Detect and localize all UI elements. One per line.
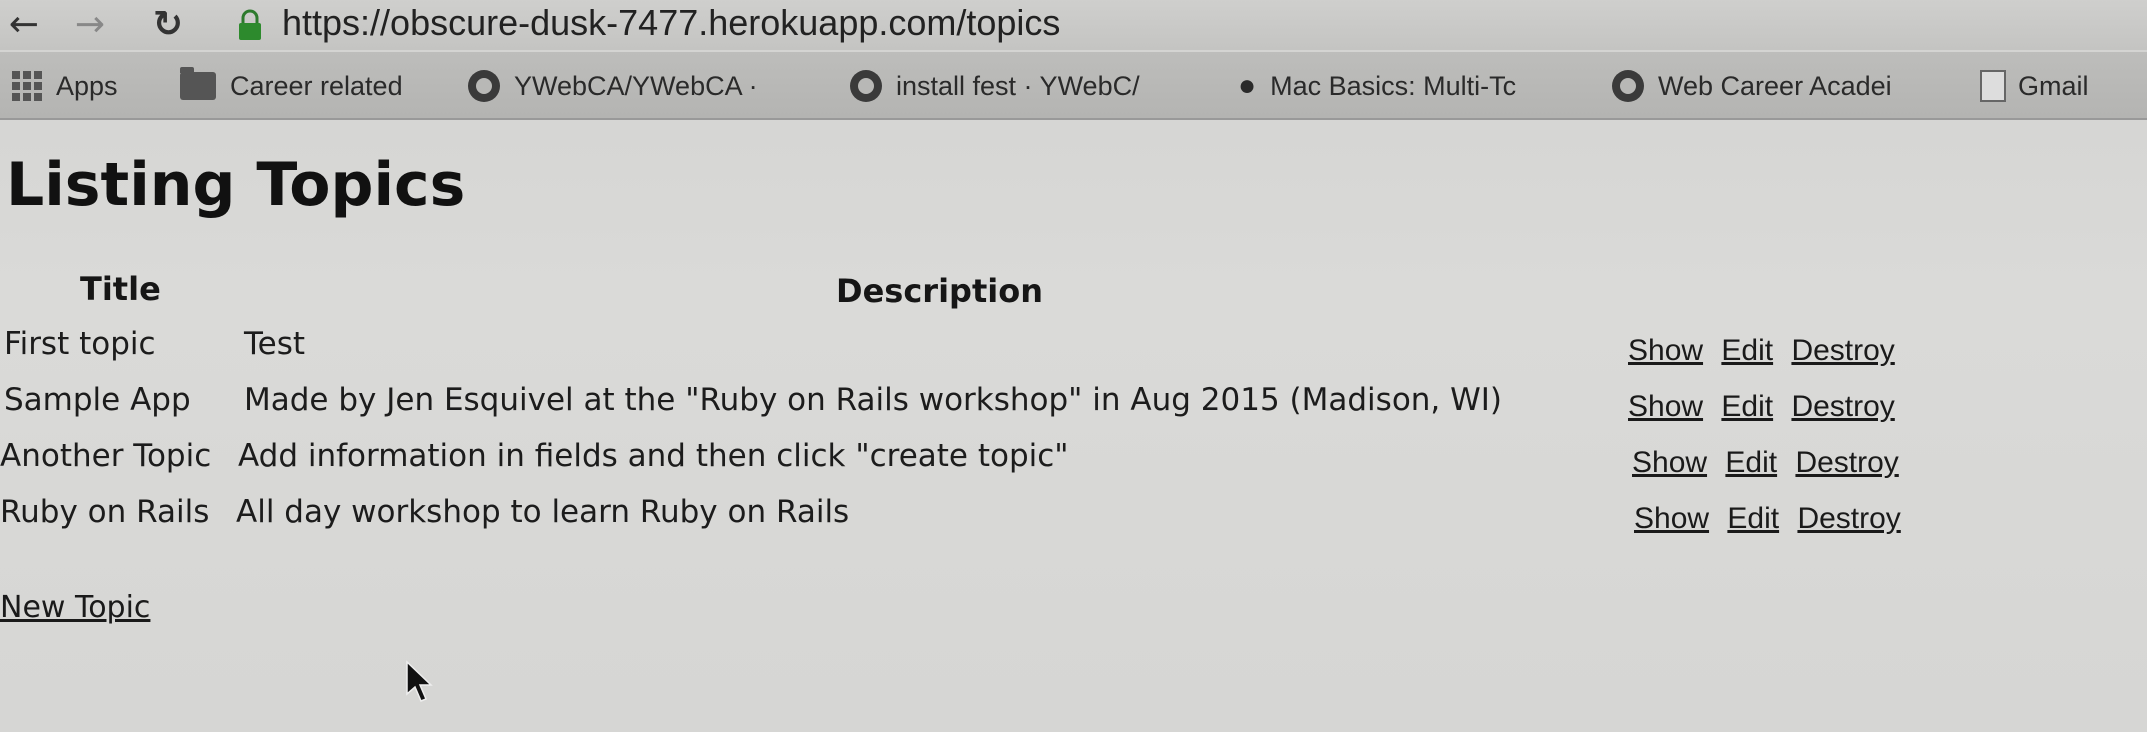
- show-link[interactable]: Show: [1628, 334, 1703, 367]
- bookmark-label: Web Career Acadei: [1658, 70, 1892, 101]
- github-icon: [468, 70, 500, 102]
- bookmark-label: Apps: [56, 70, 118, 101]
- bookmark-label: Gmail: [2018, 70, 2089, 101]
- bookmark-ywebca[interactable]: YWebCA/YWebCA ·: [468, 66, 758, 106]
- table-row: Sample App Made by Jen Esquivel at the "…: [0, 382, 2000, 434]
- row-actions: Show Edit Destroy: [1632, 446, 1909, 480]
- edit-link[interactable]: Edit: [1721, 334, 1773, 367]
- show-link[interactable]: Show: [1628, 390, 1703, 423]
- github-icon: [850, 70, 882, 102]
- topic-title: First topic: [4, 326, 156, 362]
- github-icon: [1612, 70, 1644, 102]
- folder-icon: [180, 67, 216, 100]
- topic-description: Add information in fields and then click…: [238, 438, 1069, 474]
- topic-title: Sample App: [4, 382, 191, 418]
- bookmark-install-fest[interactable]: install fest · YWebC/: [850, 66, 1140, 106]
- topic-description: Test: [244, 326, 306, 362]
- bookmark-mac-basics[interactable]: ● Mac Basics: Multi-Tc: [1238, 66, 1516, 106]
- document-icon: [1980, 70, 2006, 102]
- bookmark-label: Career related: [230, 70, 403, 101]
- edit-link[interactable]: Edit: [1721, 390, 1773, 423]
- bookmark-web-career-academy[interactable]: Web Career Acadei: [1612, 66, 1892, 106]
- bookmark-career-related[interactable]: Career related: [180, 66, 403, 106]
- table-row: First topic Test Show Edit Destroy: [0, 326, 2000, 378]
- bookmark-label: Mac Basics: Multi-Tc: [1270, 70, 1517, 101]
- new-topic-link[interactable]: New Topic: [0, 590, 150, 625]
- topic-title: Ruby on Rails: [0, 494, 210, 530]
- row-actions: Show Edit Destroy: [1634, 502, 1911, 536]
- column-header-title: Title: [80, 270, 161, 308]
- destroy-link[interactable]: Destroy: [1797, 502, 1900, 535]
- reload-icon[interactable]: ↻: [148, 4, 188, 45]
- back-arrow-icon[interactable]: ←: [4, 4, 44, 45]
- destroy-link[interactable]: Destroy: [1795, 446, 1898, 479]
- edit-link[interactable]: Edit: [1727, 502, 1779, 535]
- row-actions: Show Edit Destroy: [1628, 390, 1905, 424]
- apple-icon: ●: [1238, 69, 1257, 102]
- show-link[interactable]: Show: [1634, 502, 1709, 535]
- address-bar: ← → ↻ https://obscure-dusk-7477.herokuap…: [0, 0, 2147, 50]
- topic-title: Another Topic: [0, 438, 212, 474]
- edit-link[interactable]: Edit: [1725, 446, 1777, 479]
- row-actions: Show Edit Destroy: [1628, 334, 1905, 368]
- destroy-link[interactable]: Destroy: [1791, 390, 1894, 423]
- mouse-cursor-icon: [406, 660, 433, 702]
- screen: ← → ↻ https://obscure-dusk-7477.herokuap…: [0, 0, 2147, 732]
- column-header-description: Description: [836, 272, 1043, 310]
- lock-icon: [239, 9, 261, 40]
- bookmark-gmail[interactable]: Gmail: [1980, 66, 2089, 106]
- table-row: Ruby on Rails All day workshop to learn …: [0, 494, 2000, 546]
- destroy-link[interactable]: Destroy: [1791, 334, 1894, 367]
- apps-grid-icon: [12, 71, 42, 101]
- url-input[interactable]: https://obscure-dusk-7477.herokuapp.com/…: [282, 2, 1060, 44]
- show-link[interactable]: Show: [1632, 446, 1707, 479]
- page-title: Listing Topics: [6, 150, 466, 220]
- forward-arrow-icon[interactable]: →: [70, 4, 110, 45]
- topic-description: Made by Jen Esquivel at the "Ruby on Rai…: [244, 382, 1503, 418]
- topic-description: All day workshop to learn Ruby on Rails: [236, 494, 850, 530]
- bookmarks-bar: Apps Career related YWebCA/YWebCA · inst…: [0, 52, 2147, 120]
- table-row: Another Topic Add information in fields …: [0, 438, 2000, 490]
- bookmark-apps[interactable]: Apps: [12, 66, 118, 106]
- bookmark-label: install fest · YWebC/: [896, 70, 1140, 101]
- bookmark-label: YWebCA/YWebCA ·: [514, 70, 758, 101]
- page-content: Listing Topics Title Description First t…: [0, 120, 2147, 732]
